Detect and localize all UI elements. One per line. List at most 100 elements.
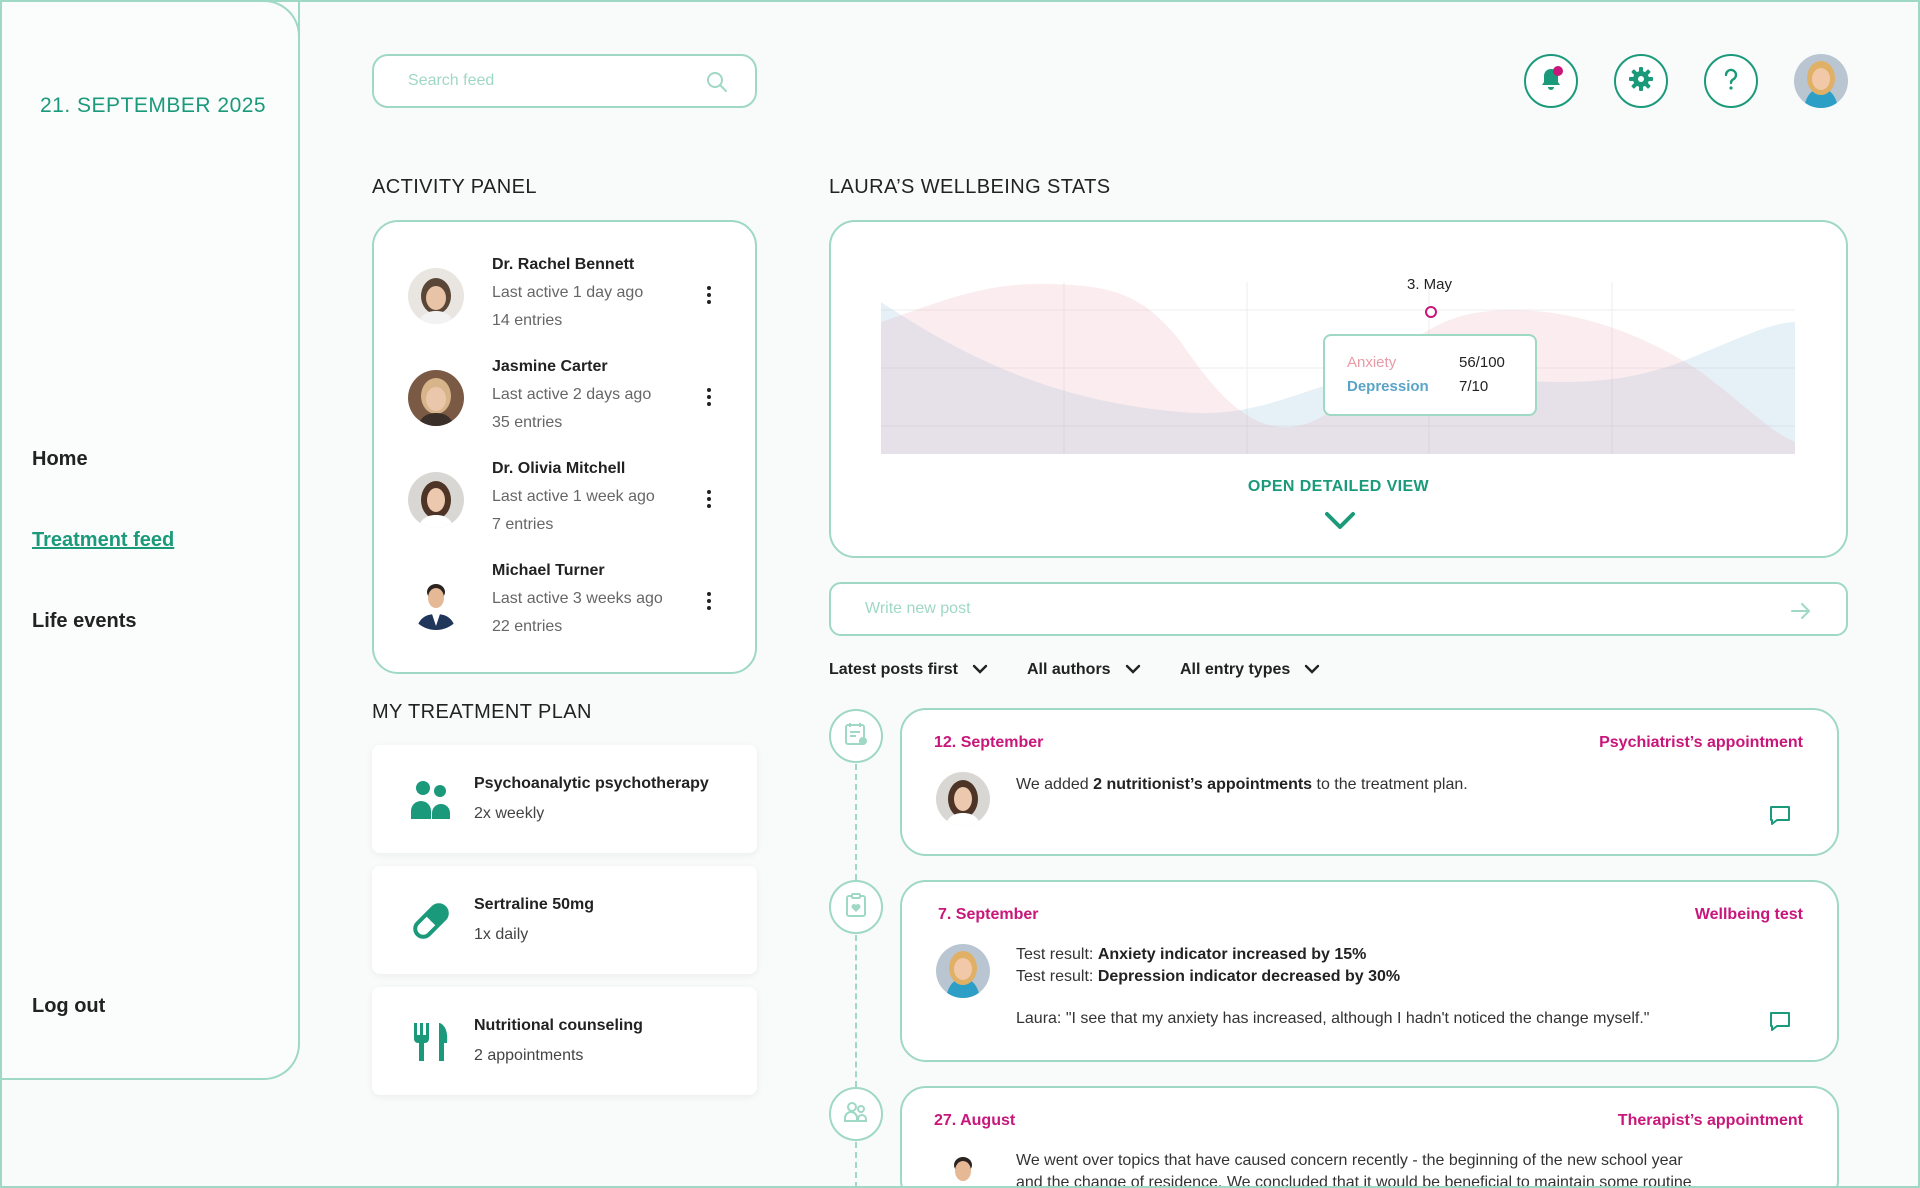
- write-post-input[interactable]: [865, 600, 1765, 618]
- settings-button[interactable]: [1614, 54, 1668, 108]
- plan-title: Psychoanalytic psychotherapy: [474, 775, 709, 792]
- activity-item[interactable]: Dr. Rachel Bennett Last active 1 day ago…: [408, 256, 728, 336]
- activity-last-active: Last active 1 week ago: [492, 488, 655, 505]
- plan-frequency: 1x daily: [474, 926, 529, 943]
- user-avatar[interactable]: [1794, 54, 1848, 108]
- question-mark-icon: [1717, 65, 1745, 98]
- chevron-down-icon: [1304, 661, 1320, 679]
- avatar: [936, 944, 990, 998]
- avatar: [408, 574, 464, 630]
- entry-types-filter[interactable]: All entry types: [1180, 661, 1320, 679]
- chevron-down-icon[interactable]: [1323, 510, 1357, 537]
- anxiety-label: Anxiety: [1347, 354, 1397, 371]
- help-button[interactable]: [1704, 54, 1758, 108]
- comment-icon[interactable]: [1769, 1010, 1791, 1037]
- entry-text: Test result: Depression indicator decrea…: [1016, 968, 1401, 985]
- clipboard-heart-icon: [843, 892, 869, 923]
- logout-link[interactable]: Log out: [32, 995, 105, 1018]
- plan-frequency: 2x weekly: [474, 805, 545, 822]
- plan-frequency: 2 appointments: [474, 1047, 584, 1064]
- chart-tooltip: Anxiety 56/100 Depression 7/10: [1323, 334, 1537, 416]
- people-outline-icon: [843, 1099, 869, 1130]
- entry-quote: Laura: "I see that my anxiety has increa…: [1016, 1010, 1650, 1027]
- search-icon[interactable]: [705, 70, 729, 99]
- depression-value: 7/10: [1459, 378, 1489, 395]
- selected-point: [1425, 306, 1437, 318]
- activity-name: Michael Turner: [492, 562, 605, 579]
- activity-name: Jasmine Carter: [492, 358, 608, 375]
- entry-text: and the change of residence. We conclude…: [1016, 1174, 1692, 1188]
- plan-card[interactable]: Psychoanalytic psychotherapy 2x weekly: [372, 745, 757, 853]
- activity-entries: 22 entries: [492, 618, 563, 635]
- activity-last-active: Last active 3 weeks ago: [492, 590, 663, 607]
- entry-type: Therapist’s appointment: [1617, 1112, 1803, 1129]
- filter-label: Latest posts first: [829, 661, 958, 678]
- timeline-connector: [855, 764, 857, 880]
- anxiety-value: 56/100: [1459, 354, 1505, 371]
- sidebar: 21. SEPTEMBER 2025 Home Treatment feed L…: [0, 0, 300, 1080]
- more-options-icon[interactable]: [704, 388, 714, 410]
- feed-entry[interactable]: 27. August Therapist’s appointment We we…: [900, 1086, 1839, 1188]
- timeline-node: [829, 709, 883, 763]
- search-input[interactable]: [408, 72, 688, 90]
- pill-icon: [410, 900, 452, 947]
- activity-entries: 7 entries: [492, 516, 554, 533]
- feed-entry[interactable]: 12. September Psychiatrist’s appointment…: [900, 708, 1839, 856]
- activity-entries: 14 entries: [492, 312, 563, 329]
- arrow-right-icon[interactable]: [1790, 600, 1812, 627]
- more-options-icon[interactable]: [704, 286, 714, 308]
- comment-icon[interactable]: [1769, 804, 1791, 831]
- timeline-connector: [855, 1142, 857, 1188]
- entry-text: We added 2 nutritionist’s appointments t…: [1016, 776, 1468, 793]
- activity-item[interactable]: Michael Turner Last active 3 weeks ago 2…: [408, 562, 728, 642]
- activity-name: Dr. Rachel Bennett: [492, 256, 635, 273]
- current-date: 21. SEPTEMBER 2025: [40, 94, 267, 117]
- gear-icon: [1627, 65, 1655, 98]
- entry-text: Test result: Anxiety indicator increased…: [1016, 946, 1367, 963]
- nav-treatment-feed[interactable]: Treatment feed: [32, 529, 174, 552]
- entry-date: 27. August: [934, 1112, 1016, 1129]
- activity-last-active: Last active 1 day ago: [492, 284, 644, 301]
- chevron-down-icon: [1125, 661, 1141, 679]
- avatar: [408, 268, 464, 324]
- entry-type: Psychiatrist’s appointment: [1599, 734, 1803, 751]
- more-options-icon[interactable]: [704, 490, 714, 512]
- tooltip-date: 3. May: [1407, 276, 1453, 293]
- avatar: [408, 370, 464, 426]
- wellbeing-stats-panel: 3. May Anxiety 56/100 Depression 7/10 OP…: [829, 220, 1848, 558]
- activity-item[interactable]: Dr. Olivia Mitchell Last active 1 week a…: [408, 460, 728, 540]
- sort-filter[interactable]: Latest posts first: [829, 661, 988, 679]
- entry-text: We went over topics that have caused con…: [1016, 1152, 1683, 1169]
- search-box: [372, 54, 757, 108]
- open-detailed-view-link[interactable]: OPEN DETAILED VIEW: [831, 478, 1846, 496]
- more-options-icon[interactable]: [704, 592, 714, 614]
- notifications-button[interactable]: [1524, 54, 1578, 108]
- write-post-box: [829, 582, 1848, 636]
- entry-date: 12. September: [934, 734, 1044, 751]
- feed-entry[interactable]: 7. September Wellbeing test Test result:…: [900, 880, 1839, 1062]
- avatar: [936, 1148, 990, 1188]
- plan-title: Sertraline 50mg: [474, 896, 595, 913]
- chevron-down-icon: [972, 661, 988, 679]
- activity-last-active: Last active 2 days ago: [492, 386, 652, 403]
- wellbeing-stats-title: LAURA’S WELLBEING STATS: [829, 176, 1111, 198]
- activity-panel: Dr. Rachel Bennett Last active 1 day ago…: [372, 220, 757, 674]
- plan-title: Nutritional counseling: [474, 1017, 643, 1034]
- entry-type: Wellbeing test: [1694, 906, 1803, 923]
- timeline-node: [829, 880, 883, 934]
- plan-card[interactable]: Sertraline 50mg 1x daily: [372, 866, 757, 974]
- timeline-node: [829, 1087, 883, 1141]
- filter-label: All authors: [1027, 661, 1111, 678]
- nav-life-events[interactable]: Life events: [32, 610, 136, 633]
- avatar: [936, 772, 990, 826]
- activity-name: Dr. Olivia Mitchell: [492, 460, 626, 477]
- nav-home[interactable]: Home: [32, 448, 88, 471]
- activity-item[interactable]: Jasmine Carter Last active 2 days ago 35…: [408, 358, 728, 438]
- authors-filter[interactable]: All authors: [1027, 661, 1141, 679]
- plan-card[interactable]: Nutritional counseling 2 appointments: [372, 987, 757, 1095]
- bell-icon: [1537, 65, 1565, 98]
- filter-label: All entry types: [1180, 661, 1291, 678]
- people-icon: [410, 779, 452, 826]
- depression-label: Depression: [1347, 378, 1429, 395]
- activity-entries: 35 entries: [492, 414, 563, 431]
